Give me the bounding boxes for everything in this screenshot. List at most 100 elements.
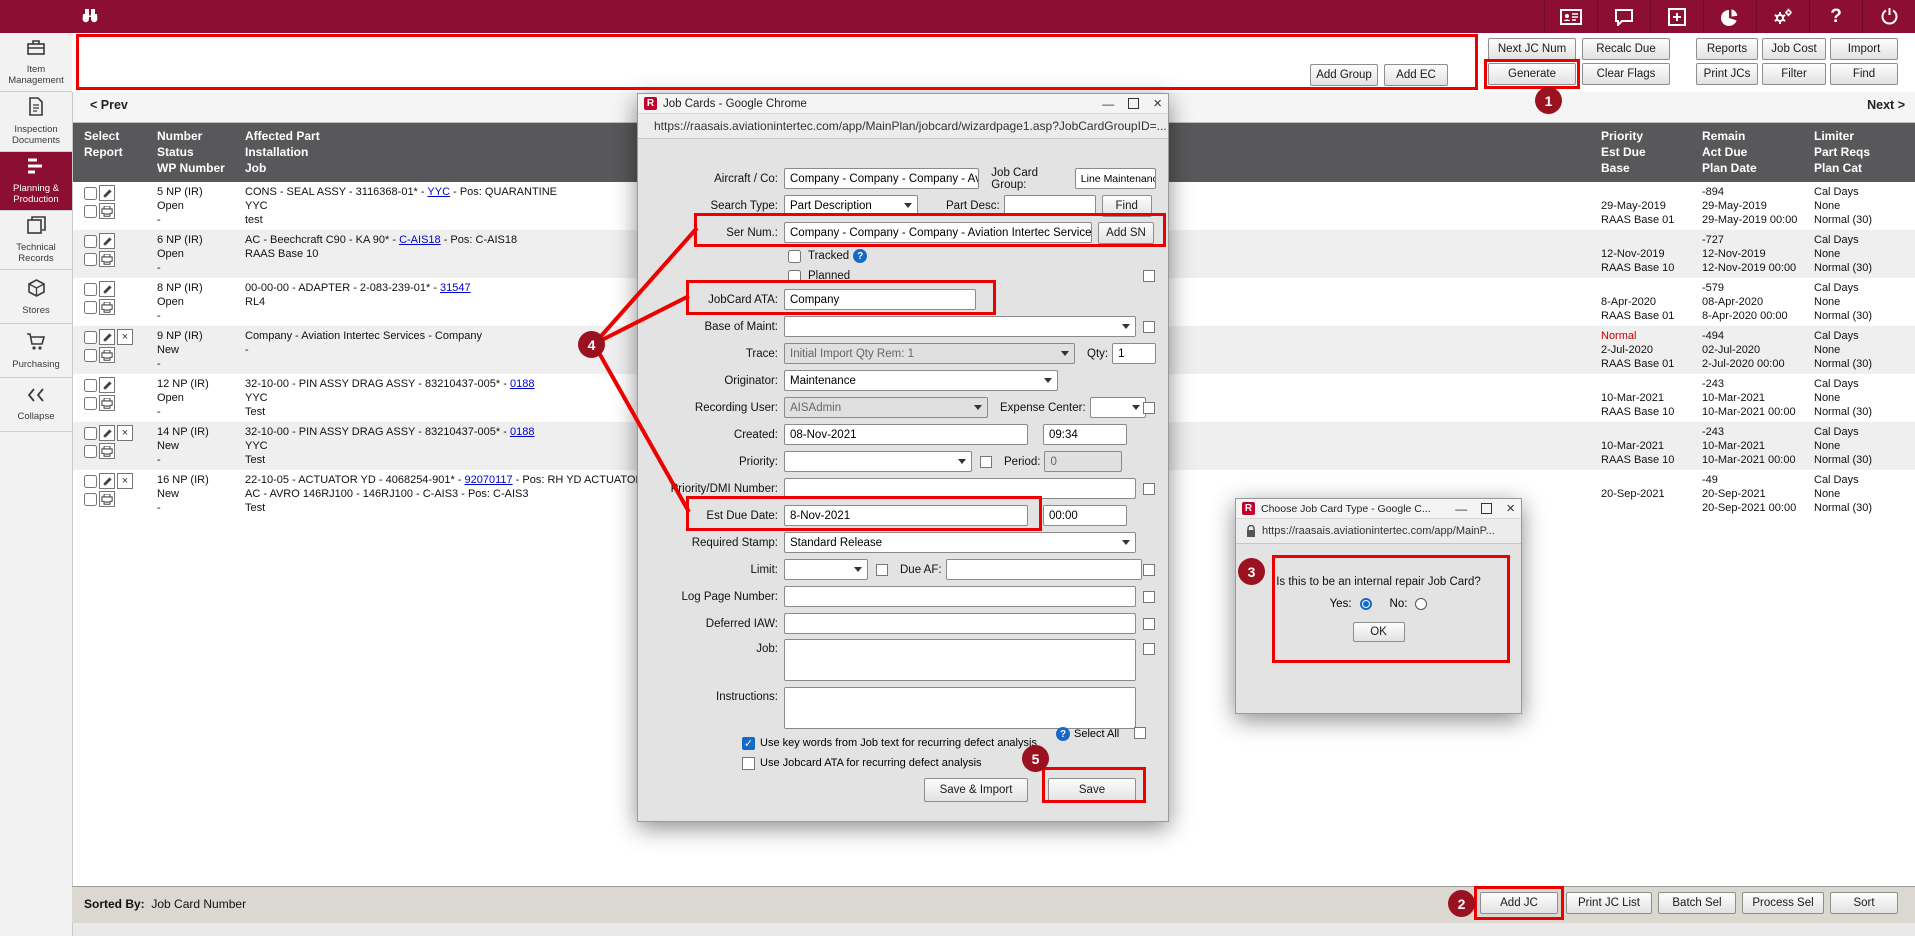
binoculars-icon[interactable] <box>78 5 102 29</box>
row-select-checkbox[interactable] <box>84 475 97 488</box>
tracked-checkbox[interactable] <box>788 250 801 263</box>
add-window-icon[interactable] <box>1650 0 1703 33</box>
period-field[interactable]: 0 <box>1044 451 1122 472</box>
sidebar-item-planning-production[interactable]: Planning &Production <box>0 152 72 211</box>
maximize-icon[interactable] <box>1481 503 1492 514</box>
sidebar-item-collapse[interactable]: Collapse <box>0 378 72 432</box>
part-link[interactable]: 0188 <box>510 426 534 438</box>
ata-analysis-checkbox[interactable] <box>742 757 755 770</box>
save-button[interactable]: Save <box>1048 778 1136 802</box>
recalc-due-button[interactable]: Recalc Due <box>1582 38 1670 60</box>
sidebar-item-purchasing[interactable]: Purchasing <box>0 324 72 378</box>
qty-field[interactable]: 1 <box>1112 343 1156 364</box>
clear-flags-button[interactable]: Clear Flags <box>1582 63 1670 85</box>
print-icon[interactable] <box>99 251 115 267</box>
search-type-select[interactable]: Part Description <box>784 195 918 216</box>
jobcard-ata-field[interactable]: Company <box>784 289 976 310</box>
next-jc-num-button[interactable]: Next JC Num <box>1488 38 1576 60</box>
print-icon[interactable] <box>99 491 115 507</box>
minimize-icon[interactable]: — <box>1102 99 1114 109</box>
row-flag-checkbox[interactable] <box>1143 483 1155 495</box>
sidebar-item-technical-records[interactable]: TechnicalRecords <box>0 211 72 270</box>
power-icon[interactable] <box>1862 0 1915 33</box>
expense-center-select[interactable] <box>1090 397 1146 418</box>
edit-icon[interactable] <box>99 473 115 489</box>
edit-icon[interactable] <box>99 185 115 201</box>
recording-user-select[interactable]: AISAdmin <box>784 397 988 418</box>
add-sn-button[interactable]: Add SN <box>1098 222 1154 244</box>
due-af-field[interactable] <box>946 559 1142 580</box>
row-flag-checkbox[interactable] <box>1143 564 1155 576</box>
print-jcs-button[interactable]: Print JCs <box>1696 63 1758 85</box>
print-icon[interactable] <box>99 299 115 315</box>
row-flag-checkbox[interactable] <box>1143 618 1155 630</box>
row-select-checkbox[interactable] <box>84 235 97 248</box>
part-link[interactable]: C-AIS18 <box>399 234 441 246</box>
edit-icon[interactable] <box>99 233 115 249</box>
originator-select[interactable]: Maintenance <box>784 370 1058 391</box>
pie-chart-icon[interactable] <box>1703 0 1756 33</box>
delete-icon[interactable]: × <box>117 329 133 345</box>
deferred-iaw-field[interactable] <box>784 613 1136 634</box>
choose-window-titlebar[interactable]: R Choose Job Card Type - Google C... — × <box>1236 499 1521 519</box>
row-flag-checkbox[interactable] <box>1143 270 1155 282</box>
help-icon[interactable]: ? <box>1809 0 1862 33</box>
row-report-checkbox[interactable] <box>84 445 97 458</box>
yes-radio[interactable] <box>1360 598 1372 610</box>
save-import-button[interactable]: Save & Import <box>924 778 1028 802</box>
process-sel-button[interactable]: Process Sel <box>1742 892 1824 914</box>
no-radio[interactable] <box>1415 598 1427 610</box>
row-select-checkbox[interactable] <box>84 187 97 200</box>
est-due-date-field[interactable]: 8-Nov-2021 <box>784 505 1028 526</box>
delete-icon[interactable]: × <box>117 473 133 489</box>
created-time-field[interactable]: 09:34 <box>1043 424 1127 445</box>
priority-checkbox[interactable] <box>980 456 992 468</box>
row-select-checkbox[interactable] <box>84 427 97 440</box>
generate-button[interactable]: Generate <box>1488 63 1576 85</box>
est-due-time-field[interactable]: 00:00 <box>1043 505 1127 526</box>
id-card-icon[interactable] <box>1544 0 1597 33</box>
sidebar-item-item-management[interactable]: ItemManagement <box>0 33 72 92</box>
help-badge-icon[interactable]: ? <box>1056 727 1070 741</box>
instructions-textarea[interactable] <box>784 687 1136 729</box>
row-select-checkbox[interactable] <box>84 379 97 392</box>
edit-icon[interactable] <box>99 425 115 441</box>
minimize-icon[interactable]: — <box>1455 504 1467 514</box>
sort-button[interactable]: Sort <box>1830 892 1898 914</box>
row-report-checkbox[interactable] <box>84 253 97 266</box>
aircraft-co-field[interactable]: Company - Company - Company - Aviation <box>784 168 979 189</box>
maximize-icon[interactable] <box>1128 98 1139 109</box>
print-jc-list-button[interactable]: Print JC List <box>1566 892 1652 914</box>
batch-sel-button[interactable]: Batch Sel <box>1658 892 1736 914</box>
reports-button[interactable]: Reports <box>1696 38 1758 60</box>
print-icon[interactable] <box>99 347 115 363</box>
row-flag-checkbox[interactable] <box>1143 643 1155 655</box>
row-report-checkbox[interactable] <box>84 493 97 506</box>
edit-icon[interactable] <box>99 329 115 345</box>
part-link[interactable]: 0188 <box>510 378 534 390</box>
next-button[interactable]: Next > <box>1867 98 1905 112</box>
close-icon[interactable]: × <box>1506 504 1515 514</box>
ser-num-select[interactable]: Company - Company - Company - Aviation I… <box>784 222 1092 243</box>
add-ec-button[interactable]: Add EC <box>1384 64 1448 86</box>
sidebar-item-stores[interactable]: Stores <box>0 270 72 324</box>
add-jc-button[interactable]: Add JC <box>1480 892 1558 914</box>
row-flag-checkbox[interactable] <box>1143 591 1155 603</box>
import-button[interactable]: Import <box>1830 38 1898 60</box>
trace-select[interactable]: Initial Import Qty Rem: 1 <box>784 343 1075 364</box>
job-textarea[interactable] <box>784 639 1136 681</box>
planned-checkbox[interactable] <box>788 270 801 283</box>
sidebar-item-inspection-documents[interactable]: InspectionDocuments <box>0 92 72 152</box>
job-cards-window-titlebar[interactable]: R Job Cards - Google Chrome — × <box>638 94 1168 114</box>
limit-checkbox[interactable] <box>876 564 888 576</box>
priority-select[interactable] <box>784 451 972 472</box>
delete-icon[interactable]: × <box>117 425 133 441</box>
part-link[interactable]: YYC <box>427 186 450 198</box>
limit-select[interactable] <box>784 559 868 580</box>
part-desc-field[interactable] <box>1004 195 1096 216</box>
row-report-checkbox[interactable] <box>84 397 97 410</box>
edit-icon[interactable] <box>99 281 115 297</box>
ok-button[interactable]: OK <box>1353 622 1405 642</box>
print-icon[interactable] <box>99 443 115 459</box>
print-icon[interactable] <box>99 395 115 411</box>
